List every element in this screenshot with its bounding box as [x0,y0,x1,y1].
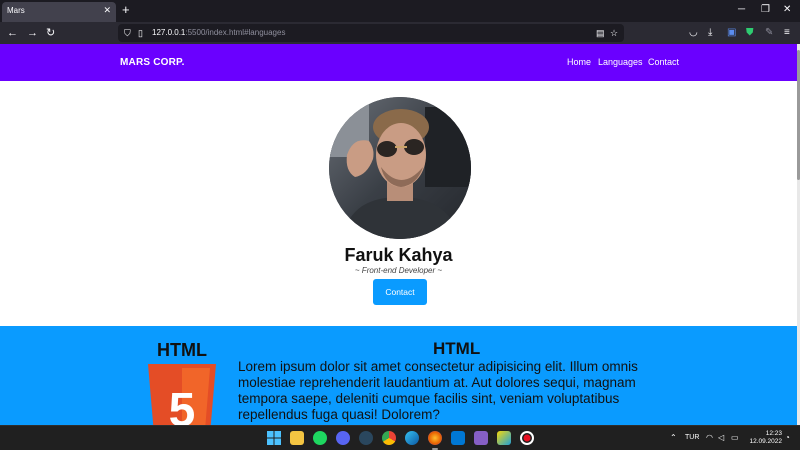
nav-link-home[interactable]: Home [567,57,591,67]
battery-icon[interactable]: ▭ [731,433,739,443]
profile-role: ~ Front-end Developer ~ [354,266,443,275]
translate-extension-icon[interactable]: ▣ [727,26,736,40]
python-idle-icon[interactable] [497,431,511,445]
extension-brush-icon[interactable]: ✎ [765,26,773,40]
downloads-icon[interactable]: ⤓ [708,26,712,40]
file-explorer-icon[interactable] [290,431,304,445]
pocket-icon[interactable]: ◡ [689,26,698,40]
language-description: Lorem ipsum dolor sit amet consectetur a… [238,359,638,422]
html5-logo-icon: HTML 5 [148,340,216,425]
tab-title: Mars [7,6,25,15]
visual-studio-icon[interactable] [474,431,488,445]
profile-avatar [329,97,471,239]
clock-date: 12.09.2022 [749,438,782,445]
notification-icon[interactable]: ◔ [785,433,790,443]
forward-arrow-icon[interactable]: → [27,26,38,40]
contact-button[interactable]: Contact [373,279,427,305]
recorder-icon[interactable] [520,431,534,445]
taskbar: ⌃ TUR ◠ ◁ ▭ 12:23 12.09.2022 ◔ [0,425,800,450]
menu-hamburger-icon[interactable]: ≡ [784,26,790,40]
chrome-icon[interactable] [382,431,396,445]
shield-icon[interactable]: ⛉ [124,27,131,39]
discord-icon[interactable] [336,431,350,445]
site-brand[interactable]: MARS CORP. [120,57,185,68]
new-tab-plus-icon[interactable]: + [122,3,130,17]
system-clock[interactable]: 12:23 12.09.2022 [744,430,782,446]
bookmark-star-icon[interactable]: ☆ [610,27,618,39]
minimize-window-icon[interactable]: ─ [738,4,745,16]
back-arrow-icon[interactable]: ← [7,26,18,40]
tab-bar: Mars ✕ + ─ ❐ ✕ [0,0,800,22]
browser-tab[interactable]: Mars ✕ [2,2,116,22]
reader-view-icon[interactable]: ▤ [596,27,605,39]
vscode-icon[interactable] [451,431,465,445]
wifi-icon[interactable]: ◠ [706,433,713,443]
browser-toolbar: ← → ↻ ⛉ ▯ 127.0.0.1:5500/index.html#lang… [0,22,800,44]
windows-start-icon[interactable] [267,431,281,445]
edge-icon[interactable] [405,431,419,445]
spotify-icon[interactable] [313,431,327,445]
restore-window-icon[interactable]: ❐ [761,4,770,16]
logo-label: HTML [157,340,207,360]
site-header: MARS CORP. Home Languages Contact [0,44,797,81]
steam-icon[interactable] [359,431,373,445]
volume-icon[interactable]: ◁ [718,433,724,443]
chevron-up-icon[interactable]: ⌃ [670,433,677,443]
language-title: HTML [433,339,481,358]
close-window-icon[interactable]: ✕ [783,4,791,16]
nav-link-languages[interactable]: Languages [598,57,643,67]
web-page: MARS CORP. Home Languages Contact Faruk … [0,44,797,425]
input-language[interactable]: TUR [685,434,699,441]
logo-digit: 5 [169,384,196,425]
firefox-icon[interactable] [428,431,442,445]
profile-name: Faruk Kahya [344,245,453,265]
nav-link-contact[interactable]: Contact [648,57,679,67]
adblock-shield-icon[interactable]: ⛊ [746,26,754,40]
address-bar[interactable]: ⛉ ▯ 127.0.0.1:5500/index.html#languages … [118,24,624,42]
close-tab-icon[interactable]: ✕ [103,5,111,16]
reload-icon[interactable]: ↻ [46,26,55,40]
languages-section: HTML 5 HTML Lorem ipsum dolor sit amet c… [0,326,797,425]
clock-time: 12:23 [765,430,782,437]
url-text[interactable]: 127.0.0.1:5500/index.html#languages [152,28,285,37]
page-info-icon[interactable]: ▯ [138,27,143,39]
